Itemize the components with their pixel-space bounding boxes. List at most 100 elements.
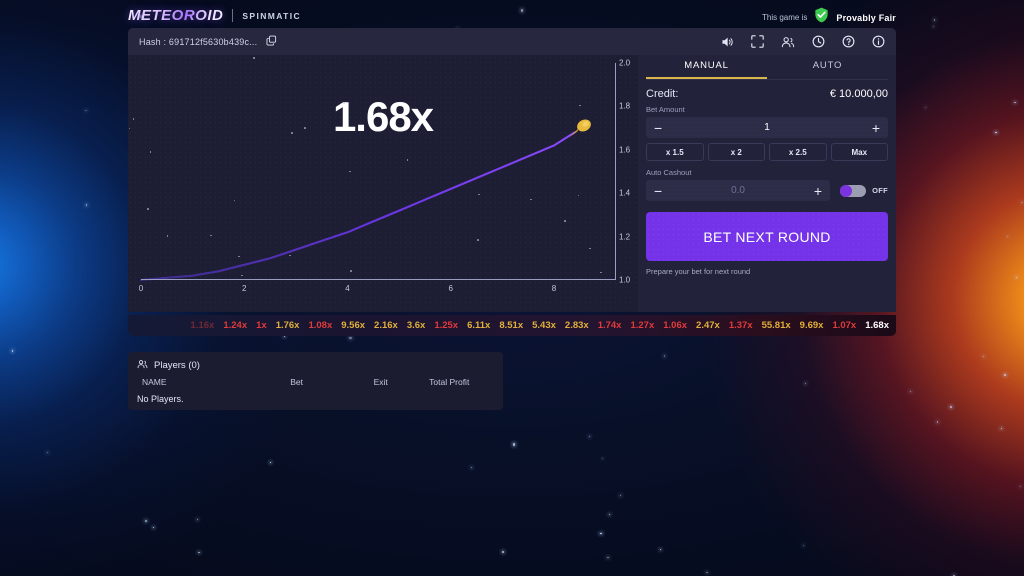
chart-star <box>477 239 479 241</box>
history-multiplier[interactable]: 2.83x <box>565 320 589 331</box>
quick-bet-x2[interactable]: x 2 <box>707 143 765 161</box>
game-header: Hash : 691712f5630b439c... <box>128 28 896 55</box>
credit-row: Credit: € 10.000,00 <box>646 88 888 100</box>
multiplier-history[interactable]: 1.16x 1.24x 1x 1.76x 1.08x 9.56x 2.16x 3.6x 1.25… <box>128 315 896 336</box>
chart-star <box>149 151 152 153</box>
history-multiplier[interactable]: 1.16x <box>191 320 215 331</box>
hash-group: Hash : 691712f5630b439c... <box>139 33 277 51</box>
chart-star <box>253 57 255 59</box>
history-multiplier[interactable]: 1.06x <box>663 320 687 331</box>
history-multiplier[interactable]: 5.43x <box>532 320 556 331</box>
cashout-decrease-button[interactable]: − <box>654 184 662 198</box>
tab-divider <box>646 79 888 80</box>
no-players-message: No Players. <box>137 394 184 404</box>
bet-next-round-button[interactable]: BET NEXT ROUND <box>646 212 888 261</box>
quick-bet-x25[interactable]: x 2.5 <box>769 143 827 161</box>
fullscreen-icon[interactable] <box>751 35 764 48</box>
column-exit: Exit <box>373 377 388 387</box>
column-bet: Bet <box>290 377 303 387</box>
auto-cashout-label: Auto Cashout <box>646 168 692 177</box>
game-card: Hash : 691712f5630b439c... 1.68x 1.0 1.2… <box>128 28 896 312</box>
volume-icon[interactable] <box>721 36 734 48</box>
chart-star <box>291 132 293 134</box>
column-total-profit: Total Profit <box>429 377 470 387</box>
history-multiplier[interactable]: 8.51x <box>499 320 523 331</box>
fair-prefix: This game is <box>762 13 808 22</box>
history-multiplier[interactable]: 1.37x <box>729 320 753 331</box>
tab-manual[interactable]: MANUAL <box>646 55 767 79</box>
history-icon[interactable] <box>812 35 825 48</box>
logo-text: METEOROID <box>128 7 224 24</box>
auto-cashout-toggle[interactable] <box>840 184 867 197</box>
players-count-label: Players (0) <box>154 360 200 371</box>
crash-chart: 1.68x 1.0 1.2 1.4 1.6 1.8 2.0 02468 <box>128 55 638 312</box>
bet-hint-text: Prepare your bet for next round <box>646 267 751 276</box>
y-axis-tick: 2.0 <box>619 58 631 68</box>
column-name: NAME <box>142 377 167 387</box>
history-multiplier[interactable]: 3.6x <box>407 320 426 331</box>
help-icon[interactable] <box>842 35 855 48</box>
toggle-knob <box>840 184 853 197</box>
history-multiplier[interactable]: 1.24x <box>223 320 247 331</box>
tab-auto[interactable]: AUTO <box>767 55 888 79</box>
toggle-state-label: OFF <box>872 186 888 195</box>
shield-check-icon <box>814 7 829 28</box>
history-multiplier[interactable]: 55.81x <box>762 320 791 331</box>
logo-divider <box>232 9 234 22</box>
quick-bet-x15[interactable]: x 1.5 <box>646 143 704 161</box>
chart-star <box>343 102 345 104</box>
bet-amount-label: Bet Amount <box>646 105 685 114</box>
history-multiplier[interactable]: 1.25x <box>434 320 458 331</box>
history-multiplier[interactable]: 6.11x <box>467 320 490 331</box>
y-axis-tick: 1.2 <box>619 232 631 242</box>
players-icon[interactable] <box>781 36 795 48</box>
chart-star <box>147 208 149 210</box>
provably-fair[interactable]: This game is Provably Fair <box>762 7 896 28</box>
bet-increase-button[interactable]: + <box>872 121 880 135</box>
chart-star <box>289 254 291 257</box>
cashout-increase-button[interactable]: + <box>814 184 822 198</box>
history-multiplier[interactable]: 1.07x <box>832 320 856 331</box>
comet-marker <box>568 119 591 138</box>
players-column-headers: NAME Bet Exit Total Profit <box>137 377 494 387</box>
history-multiplier[interactable]: 1.74x <box>598 320 622 331</box>
brand-logo[interactable]: METEOROID SPINMATIC <box>128 7 301 24</box>
fair-label: Provably Fair <box>836 12 896 23</box>
y-axis: 1.0 1.2 1.4 1.6 1.8 2.0 <box>615 59 630 285</box>
top-bar: METEOROID SPINMATIC This game is Provabl… <box>0 0 1024 28</box>
history-multiplier[interactable]: 2.47x <box>696 320 720 331</box>
x-axis-tick: 8 <box>551 284 557 293</box>
hash-text: Hash : 691712f5630b439c... <box>139 36 258 47</box>
x-axis: 0 2 4 6 8 <box>139 279 616 293</box>
history-multiplier[interactable]: 1.27x <box>630 320 654 331</box>
auto-cashout-input[interactable]: 0.0 <box>731 185 745 196</box>
chart-star <box>589 247 591 250</box>
x-axis-tick: 2 <box>242 284 247 293</box>
players-panel: Players (0) NAME Bet Exit Total Profit N… <box>128 352 503 410</box>
copy-icon[interactable] <box>266 33 277 51</box>
credit-label: Credit: <box>646 88 679 100</box>
x-axis-tick: 6 <box>448 284 454 293</box>
history-multiplier[interactable]: 9.69x <box>800 320 824 331</box>
history-multiplier[interactable]: 1.76x <box>276 320 300 331</box>
history-multiplier[interactable]: 1.68x <box>865 320 889 331</box>
chart-star <box>132 118 135 120</box>
info-icon[interactable] <box>872 35 885 48</box>
bet-amount-input[interactable]: 1 <box>764 122 770 133</box>
auto-cashout-row: − 0.0 + OFF <box>646 180 888 201</box>
history-multiplier[interactable]: 1.08x <box>308 320 332 331</box>
auto-cashout-stepper: − 0.0 + <box>646 180 831 201</box>
history-multiplier[interactable]: 9.56x <box>341 320 365 331</box>
quick-bet-row: x 1.5 x 2 x 2.5 Max <box>646 143 888 161</box>
history-multiplier[interactable]: 1x <box>256 320 267 331</box>
history-multiplier[interactable]: 2.16x <box>374 320 398 331</box>
x-axis-tick: 4 <box>345 284 350 293</box>
players-icon <box>137 359 148 372</box>
bet-amount-stepper: − 1 + <box>646 117 888 138</box>
players-title-row: Players (0) <box>137 359 494 372</box>
provider-label: SPINMATIC <box>242 10 302 21</box>
multiplier-curve <box>139 131 576 282</box>
credit-value: € 10.000,00 <box>829 88 888 100</box>
bet-decrease-button[interactable]: − <box>654 121 662 135</box>
quick-bet-max[interactable]: Max <box>830 143 888 161</box>
